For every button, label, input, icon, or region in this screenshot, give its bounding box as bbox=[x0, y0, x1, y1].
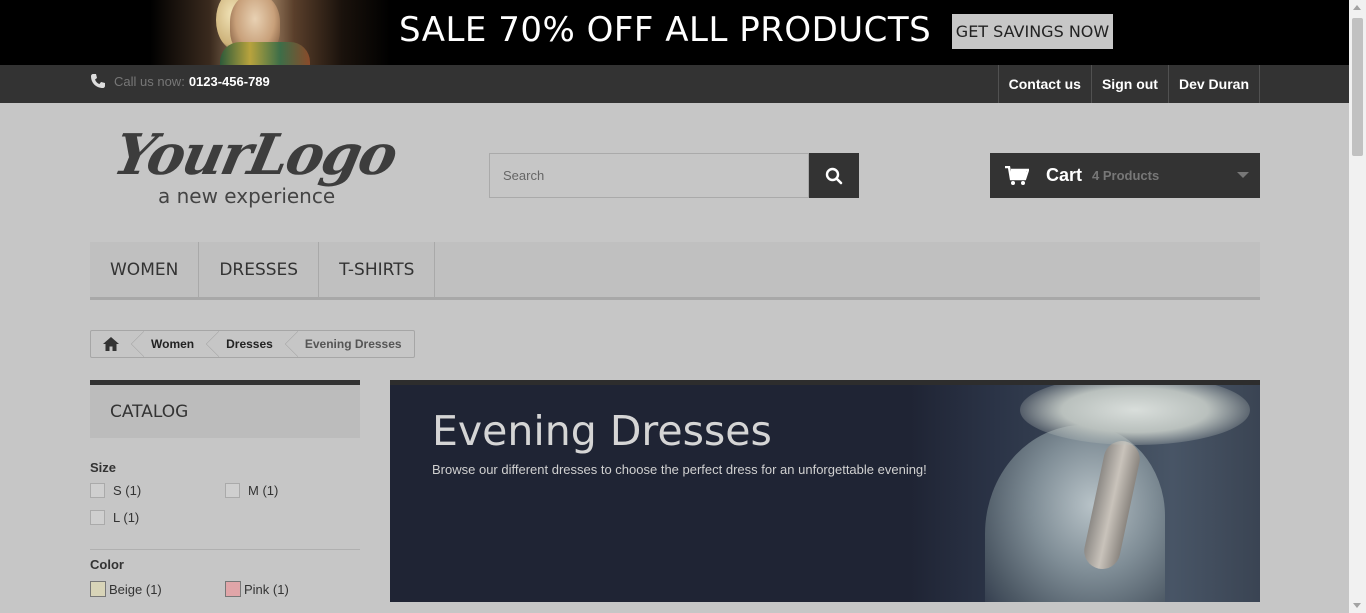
account-links: Contact us Sign out Dev Duran bbox=[997, 65, 1260, 103]
category-banner: Evening Dresses Browse our different dre… bbox=[390, 380, 1260, 602]
color-pink-label: Pink (1) bbox=[244, 581, 289, 597]
size-option-s[interactable]: S (1) bbox=[90, 483, 141, 498]
get-savings-button[interactable]: GET SAVINGS NOW bbox=[952, 14, 1113, 49]
account-link[interactable]: Dev Duran bbox=[1167, 65, 1260, 103]
size-m-label: M (1) bbox=[248, 483, 279, 498]
size-option-l[interactable]: L (1) bbox=[90, 510, 139, 525]
home-icon bbox=[103, 337, 119, 351]
color-facet-title: Color bbox=[90, 557, 124, 572]
search-icon bbox=[825, 167, 843, 184]
menu-item-women[interactable]: WOMEN bbox=[90, 242, 200, 297]
color-beige-label: Beige (1) bbox=[109, 581, 162, 597]
size-m-checkbox[interactable] bbox=[225, 483, 240, 498]
facet-divider bbox=[90, 549, 360, 550]
size-l-checkbox[interactable] bbox=[90, 510, 105, 525]
promo-title: SALE 70% OFF ALL PRODUCTS bbox=[399, 10, 932, 50]
cart-button[interactable]: Cart 4 Products bbox=[990, 153, 1260, 198]
catalog-header: CATALOG bbox=[90, 380, 360, 438]
phone-info: Call us now: 0123-456-789 bbox=[90, 73, 270, 89]
scroll-down-icon[interactable] bbox=[1353, 603, 1361, 608]
search-button[interactable] bbox=[809, 153, 859, 198]
page-scrollbar[interactable] bbox=[1349, 0, 1366, 613]
scrollbar-thumb[interactable] bbox=[1352, 18, 1363, 156]
color-option-beige[interactable]: Beige (1) bbox=[90, 581, 162, 597]
size-l-label: L (1) bbox=[113, 510, 140, 525]
beige-swatch[interactable] bbox=[90, 581, 106, 597]
breadcrumb: Women Dresses Evening Dresses bbox=[90, 330, 415, 358]
size-s-checkbox[interactable] bbox=[90, 483, 105, 498]
phone-label: Call us now: bbox=[114, 73, 185, 89]
search-input[interactable] bbox=[489, 153, 809, 198]
category-title: Evening Dresses bbox=[432, 407, 772, 455]
breadcrumb-women[interactable]: Women bbox=[131, 331, 206, 357]
menu-item-tshirts[interactable]: T-SHIRTS bbox=[319, 242, 436, 297]
phone-number: 0123-456-789 bbox=[188, 73, 270, 89]
site-logo[interactable]: YourLogo a new experience bbox=[108, 122, 402, 209]
breadcrumb-current: Evening Dresses bbox=[284, 331, 414, 357]
chevron-down-icon bbox=[1237, 172, 1249, 178]
size-option-m[interactable]: M (1) bbox=[225, 483, 278, 498]
sign-out-link[interactable]: Sign out bbox=[1090, 65, 1168, 103]
promo-banner[interactable]: SALE 70% OFF ALL PRODUCTS GET SAVINGS NO… bbox=[0, 0, 1349, 65]
scroll-up-icon[interactable] bbox=[1353, 5, 1361, 10]
menu-item-dresses[interactable]: DRESSES bbox=[199, 242, 320, 297]
search-form bbox=[489, 153, 859, 198]
cart-count: 4 Products bbox=[1092, 168, 1160, 183]
logo-script: YourLogo bbox=[107, 122, 402, 188]
size-s-label: S (1) bbox=[113, 483, 142, 498]
logo-tagline: a new experience bbox=[158, 184, 336, 208]
breadcrumb-dresses[interactable]: Dresses bbox=[206, 331, 285, 357]
category-banner-image bbox=[910, 385, 1260, 602]
main-menu: WOMEN DRESSES T-SHIRTS bbox=[90, 242, 1260, 300]
phone-icon bbox=[91, 74, 105, 88]
size-facet-title: Size bbox=[90, 460, 117, 475]
color-option-pink[interactable]: Pink (1) bbox=[225, 581, 289, 597]
catalog-title: CATALOG bbox=[110, 402, 189, 422]
top-nav-bar: Call us now: 0123-456-789 Contact us Sig… bbox=[0, 65, 1349, 103]
shopping-cart-icon bbox=[1005, 165, 1029, 185]
promo-model-image bbox=[150, 0, 390, 65]
pink-swatch[interactable] bbox=[225, 581, 241, 597]
breadcrumb-home[interactable] bbox=[91, 331, 131, 357]
cart-label: Cart bbox=[1046, 165, 1083, 185]
category-description: Browse our different dresses to choose t… bbox=[432, 462, 927, 477]
contact-us-link[interactable]: Contact us bbox=[997, 65, 1091, 103]
